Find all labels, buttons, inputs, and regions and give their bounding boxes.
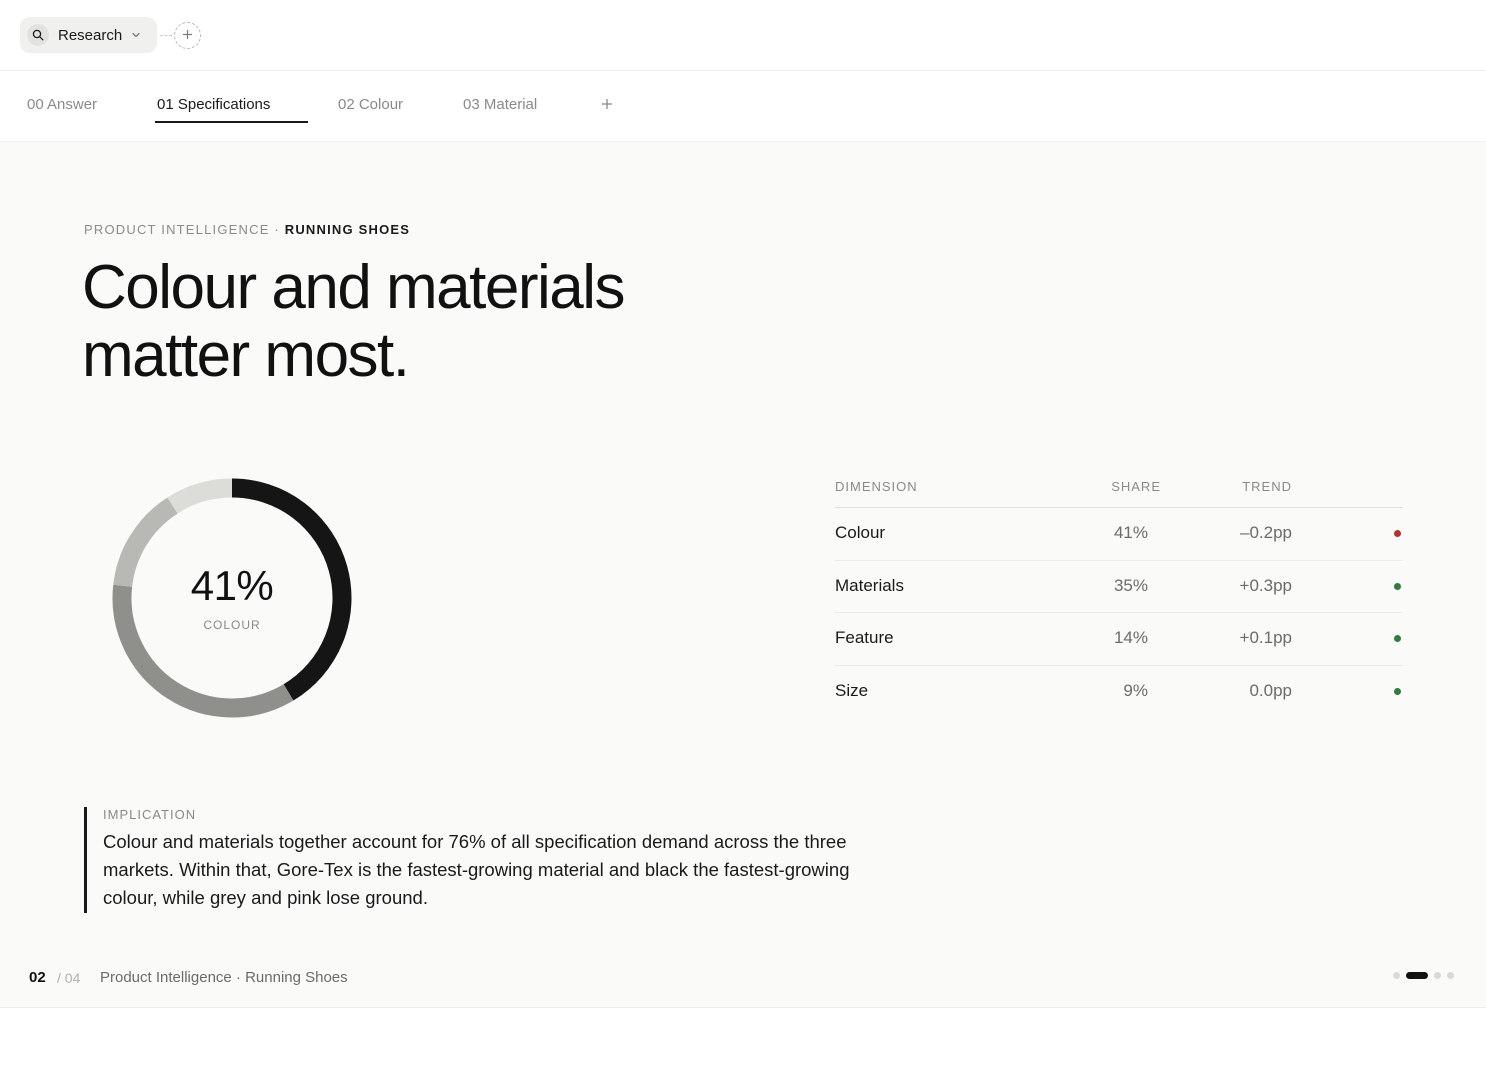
title-line-1: Colour and materials [82,253,626,322]
eyebrow-section: PRODUCT INTELLIGENCE · [84,222,285,237]
col-share: SHARE [1111,479,1161,494]
implication-label: IMPLICATION [103,807,197,822]
title-line-2: matter most. [82,321,410,390]
col-trend: TREND [1242,479,1292,494]
implication-callout: IMPLICATION Colour and materials togethe… [84,807,854,913]
tab-material[interactable]: 03 Material [463,96,537,113]
row-dimension: Feature [835,628,894,647]
table-row[interactable]: Colour 41% –0.2pp [835,508,1403,561]
plus-icon [182,27,193,45]
dimension-table: DIMENSION SHARE TREND Colour 41% –0.2pp … [835,474,1403,718]
row-share: 14% [1113,628,1148,647]
eyebrow: PRODUCT INTELLIGENCE · RUNNING SHOES [84,222,410,237]
total-pages: / 04 [57,970,81,986]
page-dot[interactable] [1447,972,1454,979]
table-row[interactable]: Size 9% 0.0pp [835,666,1403,719]
footer-title: Product Intelligence · Running Shoes [100,969,348,986]
tab-bar: 00 Answer 01 Specifications 02 Colour 03… [0,71,1486,142]
active-tab-indicator [155,121,308,123]
tab-specifications[interactable]: 01 Specifications [157,96,270,113]
row-dimension: Materials [835,575,904,595]
main-content: PRODUCT INTELLIGENCE · RUNNING SHOES Col… [0,142,1486,1008]
row-share: 9% [1123,680,1148,700]
chevron-down-icon [131,30,141,40]
tab-colour[interactable]: 02 Colour [338,96,403,113]
tab-answer[interactable]: 00 Answer [27,96,97,113]
row-trend: –0.2pp [1240,523,1292,542]
search-icon [27,24,49,46]
workspace-label: Research [58,26,123,44]
page-dot[interactable] [1434,972,1441,979]
table-row[interactable]: Materials 35% +0.3pp [835,561,1403,613]
row-trend: +0.1pp [1239,628,1292,647]
trend-status-dot [1394,687,1401,695]
table-header: DIMENSION SHARE TREND [835,474,1403,508]
donut-value: 41% [190,562,274,609]
add-workspace-button[interactable] [174,22,201,49]
row-trend: +0.3pp [1239,575,1292,595]
page-title: Colour and materials matter most. [82,253,626,390]
page-indicator [1393,972,1454,979]
row-share: 41% [1113,523,1148,542]
row-share: 35% [1113,575,1148,595]
table-row[interactable]: Feature 14% +0.1pp [835,613,1403,666]
workspace-selector[interactable]: Research [20,17,157,53]
donut-caption: COLOUR [203,618,261,632]
page-dot[interactable] [1393,972,1400,979]
row-dimension: Size [835,680,869,700]
implication-text: Colour and materials together account fo… [103,831,850,908]
row-trend: 0.0pp [1249,680,1292,700]
eyebrow-topic: RUNNING SHOES [284,222,411,237]
donut-segment-size [167,478,233,514]
connector-line [160,35,172,36]
trend-status-dot [1394,582,1401,590]
plus-icon [601,97,613,114]
row-dimension: Colour [835,523,886,542]
trend-status-dot [1394,530,1401,537]
add-tab-button[interactable] [601,97,613,115]
current-page-number: 02 [29,969,46,986]
page-dot[interactable] [1406,972,1428,979]
trend-status-dot [1394,635,1401,642]
col-dimension: DIMENSION [835,479,918,494]
top-bar: Research [0,0,1486,71]
